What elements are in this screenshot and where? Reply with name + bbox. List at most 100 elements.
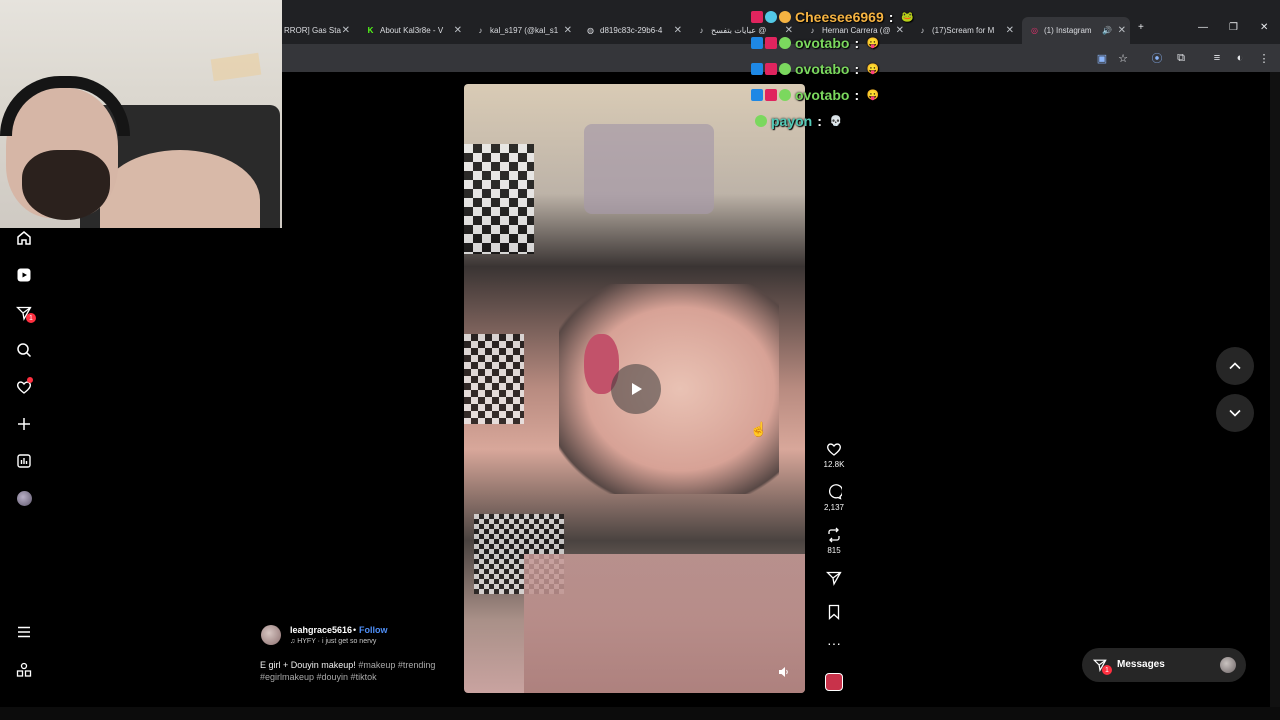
- checker-pattern: [464, 144, 534, 254]
- tab-label: (17)Scream for M: [932, 25, 995, 35]
- audio-thumbnail[interactable]: [825, 673, 843, 691]
- tab-tiktok-scream[interactable]: ♪ (17)Scream for M ✕: [918, 20, 1015, 40]
- notification-dot: [27, 377, 33, 383]
- chat-message: ovotabo : 😛: [751, 87, 881, 103]
- like-action[interactable]: 12.8K: [816, 441, 852, 469]
- like-count: 12.8K: [823, 460, 845, 469]
- share-action[interactable]: [816, 570, 852, 586]
- chevron-up-icon: [1229, 362, 1241, 370]
- chat-badges: [751, 63, 791, 75]
- plus-icon: [18, 418, 30, 430]
- tab-label: kal_s197 (@kal_s1: [490, 25, 559, 35]
- speaker-icon: [779, 667, 788, 677]
- bookmark-star-icon[interactable]: ☆: [1116, 51, 1130, 65]
- browser-menu-icon[interactable]: ⋮: [1257, 51, 1271, 65]
- tab-instagram[interactable]: ◎ (1) Instagram 🔊 ✕: [1022, 17, 1130, 44]
- media-control-icon[interactable]: ⦿: [1150, 51, 1164, 65]
- play-icon: [632, 383, 642, 395]
- tab-label: d819c83c-29b6-4: [600, 25, 663, 35]
- tab-close-icon[interactable]: ✕: [454, 25, 462, 36]
- search-icon: [17, 343, 32, 358]
- tab-close-icon[interactable]: ✕: [896, 25, 904, 36]
- mute-button[interactable]: [778, 666, 792, 680]
- chat-message: Cheesee6969 : 🐸: [751, 9, 915, 25]
- chat-emote: 💀: [829, 115, 843, 127]
- badge-icon: [765, 37, 777, 49]
- extensions-icon[interactable]: ⧉: [1174, 51, 1188, 65]
- play-button[interactable]: [611, 364, 661, 414]
- more-options-icon[interactable]: ···: [816, 636, 852, 650]
- sidebar-item-search[interactable]: [14, 340, 34, 360]
- sidebar-item-create[interactable]: [14, 414, 34, 434]
- profile-avatar-icon[interactable]: ◐: [1233, 51, 1247, 65]
- comment-action[interactable]: 2,137: [816, 484, 852, 512]
- dresser: [524, 554, 805, 693]
- minimize-button[interactable]: —: [1198, 22, 1208, 33]
- sidebar-item-also-from-meta[interactable]: [14, 660, 34, 680]
- sidebar-item-home[interactable]: [14, 228, 34, 248]
- streamer-beard: [22, 150, 110, 220]
- page-scrollbar[interactable]: [1270, 72, 1280, 707]
- chat-badges: [751, 37, 791, 49]
- menu-icon: [18, 626, 30, 638]
- tab-tiktok-kal[interactable]: ♪ kal_s197 (@kal_s1 ✕: [476, 20, 573, 40]
- tab-close-icon[interactable]: ✕: [674, 25, 682, 36]
- badge-icon: [751, 37, 763, 49]
- wall-tape: [210, 52, 262, 82]
- repost-action[interactable]: 815: [816, 527, 852, 555]
- tiktok-icon: ♪: [920, 25, 925, 35]
- close-window-button[interactable]: ✕: [1260, 22, 1268, 33]
- translate-icon[interactable]: ▣: [1095, 51, 1109, 65]
- sidebar-item-notifications[interactable]: [14, 377, 34, 397]
- chat-emote: 😛: [866, 63, 880, 75]
- sidebar-item-more[interactable]: [14, 622, 34, 642]
- audio-track[interactable]: ♫ HYFY · i just get so nervy: [290, 638, 376, 645]
- hanging-clothes: [584, 124, 714, 214]
- sidebar-item-reels[interactable]: [14, 265, 34, 285]
- tab-label: (1) Instagram: [1044, 26, 1092, 35]
- new-tab-button[interactable]: +: [1138, 22, 1144, 33]
- chat-username: ovotabo: [795, 61, 850, 77]
- tab-audio-icon[interactable]: 🔊: [1102, 26, 1112, 35]
- chat-message: ovotabo : 😛: [751, 35, 881, 51]
- tab-close-icon[interactable]: ✕: [785, 25, 793, 36]
- sidebar-item-profile[interactable]: [14, 488, 34, 508]
- home-icon: [17, 231, 31, 245]
- reading-list-icon[interactable]: ≡: [1210, 51, 1224, 65]
- tab-label: RROR] Gas Sta: [284, 25, 341, 35]
- previous-reel-button[interactable]: [1216, 347, 1254, 385]
- chat-username: ovotabo: [795, 35, 850, 51]
- tab-close-icon[interactable]: ✕: [1006, 25, 1014, 36]
- headphones: [0, 76, 130, 136]
- webcam-overlay: [0, 0, 282, 228]
- messages-button[interactable]: 1 Messages: [1082, 648, 1246, 682]
- chat-badges: [755, 115, 767, 127]
- follow-button[interactable]: Follow: [359, 625, 388, 635]
- chat-badges: [751, 89, 791, 101]
- tab-gas-station[interactable]: RROR] Gas Sta ✕: [284, 20, 350, 40]
- badge-icon: [765, 89, 777, 101]
- tab-close-icon[interactable]: ✕: [1118, 25, 1126, 36]
- badge-icon: [779, 89, 791, 101]
- badge-icon: [765, 11, 777, 23]
- sidebar-item-direct[interactable]: 1: [14, 303, 36, 323]
- tab-uuid[interactable]: ◍ d819c83c-29b6-4 ✕: [586, 20, 682, 40]
- kick-icon: K: [367, 25, 374, 35]
- save-action[interactable]: [816, 604, 852, 620]
- badge-icon: [755, 115, 767, 127]
- chat-colon: :: [854, 87, 860, 103]
- tab-close-icon[interactable]: ✕: [564, 25, 572, 36]
- author-avatar[interactable]: [261, 625, 281, 645]
- sidebar-item-dashboard[interactable]: [14, 451, 34, 471]
- chat-username: ovotabo: [795, 87, 850, 103]
- next-reel-button[interactable]: [1216, 394, 1254, 432]
- globe-icon: ◍: [587, 25, 594, 35]
- reel-caption: E girl + Douyin makeup! #makeup #trendin…: [260, 659, 450, 683]
- chat-colon: :: [854, 61, 860, 77]
- maximize-button[interactable]: ❐: [1229, 22, 1238, 33]
- author-username[interactable]: leahgrace5616: [290, 625, 352, 635]
- tab-kick[interactable]: K About Kal3r8e - V ✕: [366, 20, 462, 40]
- messages-badge: 1: [1102, 665, 1112, 675]
- tab-close-icon[interactable]: ✕: [342, 25, 350, 36]
- instagram-icon: ◎: [1031, 26, 1038, 35]
